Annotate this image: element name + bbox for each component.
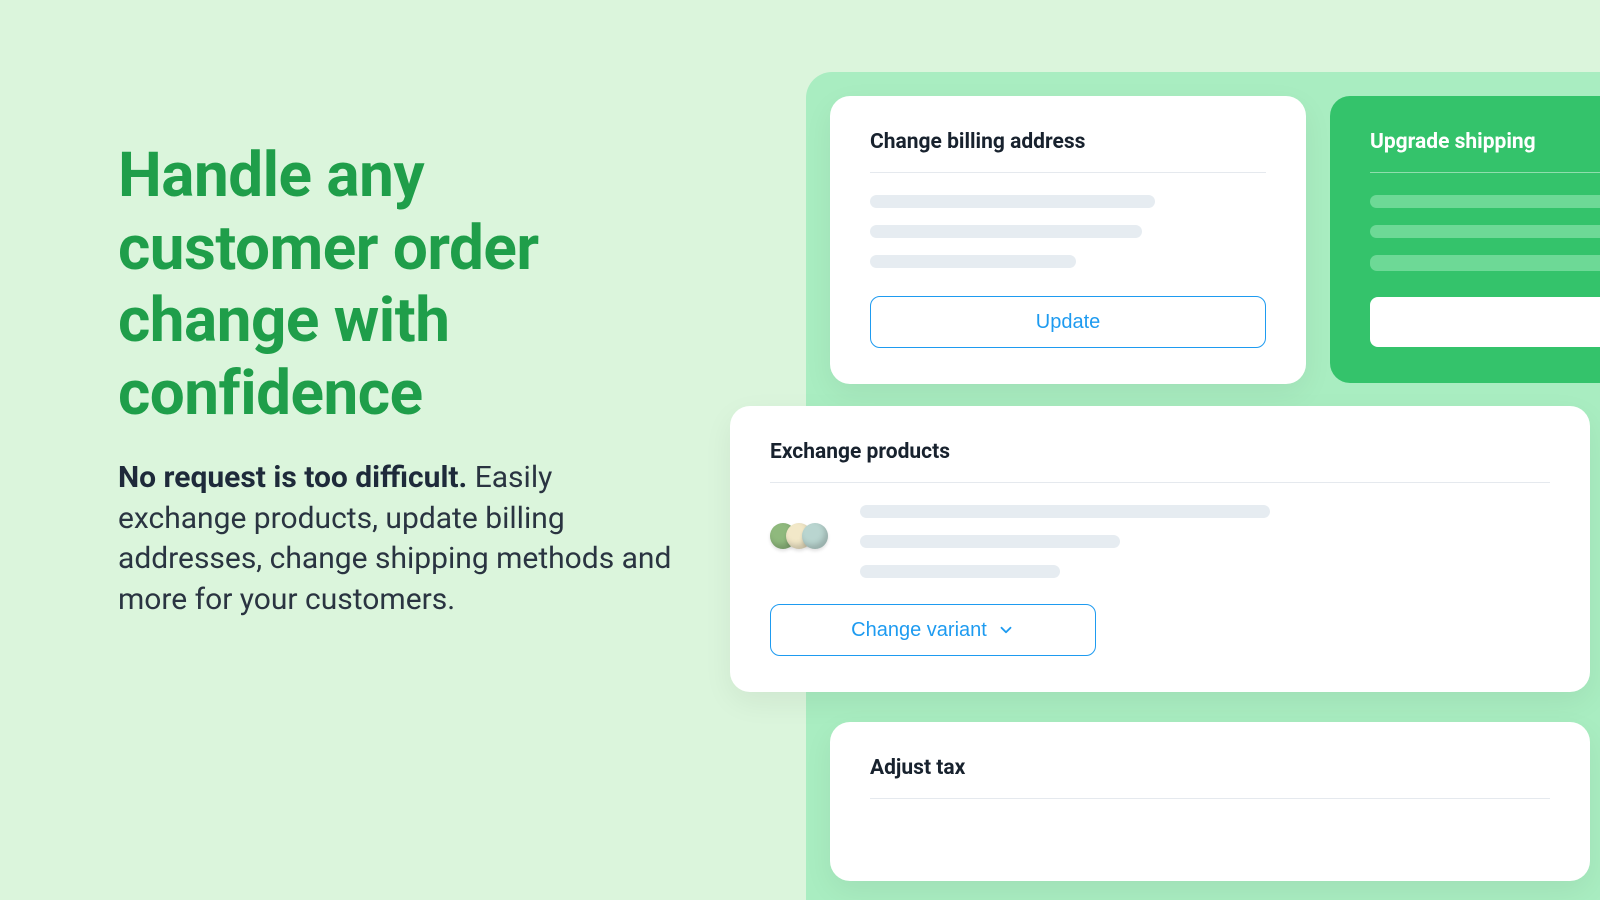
card-tax: Adjust tax [830,722,1590,881]
card-billing: Change billing address Update [830,96,1306,384]
update-button-label: Update [1036,311,1101,334]
billing-skeleton [870,195,1266,268]
hero-lead: No request is too difficult. [118,460,467,495]
product-thumbnail [770,509,834,549]
card-billing-title: Change billing address [870,130,1266,173]
skeleton-line [860,535,1120,548]
skeleton-line [870,195,1155,208]
card-exchange: Exchange products Change variant [730,406,1590,692]
skeleton-line [1370,255,1600,271]
update-button[interactable]: Update [870,296,1266,348]
chevron-down-icon [997,621,1015,639]
product-ball-icon [802,523,828,549]
hero-headline: Handle any customer order change with co… [118,140,678,430]
change-variant-button[interactable]: Change variant [770,604,1096,656]
card-tax-title: Adjust tax [870,756,1550,799]
skeleton-line [870,255,1076,268]
hero-copy: Handle any customer order change with co… [118,140,678,620]
hero-subcopy: No request is too difficult. Easily exch… [118,458,678,620]
card-shipping: Upgrade shipping [1330,96,1600,383]
exchange-skeleton [860,505,1270,578]
card-exchange-title: Exchange products [770,440,1550,483]
skeleton-line [860,505,1270,518]
skeleton-line [870,225,1142,238]
change-variant-label: Change variant [851,619,987,642]
card-shipping-title: Upgrade shipping [1370,130,1600,173]
mock-stage: Change billing address Update Upgrade sh… [806,72,1600,900]
skeleton-line [1370,195,1600,208]
shipping-input-placeholder[interactable] [1370,297,1600,347]
skeleton-line [1370,225,1600,238]
skeleton-line [860,565,1060,578]
shipping-skeleton [1370,195,1600,271]
